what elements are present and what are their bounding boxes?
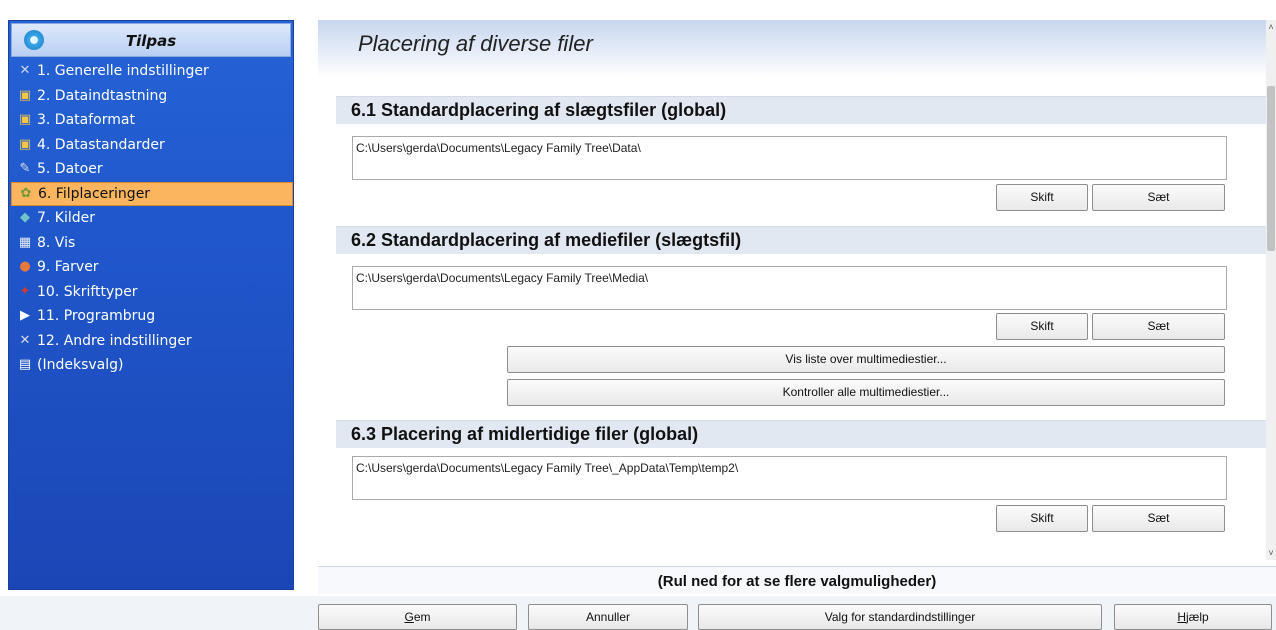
data-format-icon: ▣	[18, 112, 32, 128]
show-media-list-button[interactable]: Vis liste over multimediestier...	[507, 346, 1225, 373]
sidebar-item-label: 5. Datoer	[37, 161, 103, 178]
page-title: Placering af diverse filer	[358, 31, 593, 56]
sidebar-item[interactable]: ● 9. Farver	[11, 255, 293, 280]
sidebar-list: ✕ 1. Generelle indstillinger ▣ 2. Dataindta…	[11, 59, 293, 378]
save-mnemonic: G	[404, 610, 414, 624]
sidebar-title: Tilpas	[125, 32, 177, 50]
calendar-icon: ✎	[19, 161, 31, 177]
scroll-up-arrow[interactable]: ˄	[1266, 20, 1276, 34]
save-label: em	[413, 610, 431, 624]
view-icon: ▦	[18, 234, 32, 250]
section-title-6-2: 6.2 Standardplacering af mediefiler (slæ…	[351, 230, 742, 250]
defaults-button[interactable]: Valg for standardindstillinger	[698, 604, 1102, 630]
set-media-path-button[interactable]: Sæt	[1092, 313, 1225, 340]
file-locations-icon: ✿	[20, 185, 32, 201]
save-button[interactable]: Gem	[318, 604, 517, 630]
main-header: Placering af diverse filer	[318, 20, 1266, 78]
colors-icon: ●	[19, 259, 31, 275]
sidebar-item[interactable]: ◆ 7. Kilder	[11, 206, 293, 231]
set-temp-path-button[interactable]: Sæt	[1092, 505, 1225, 532]
fonts-icon: ✦	[19, 283, 31, 299]
scroll-hint-bar: (Rul ned for at se flere valgmuligheder)	[318, 566, 1276, 594]
sidebar-item-label: 8. Vis	[37, 234, 76, 251]
sidebar-item[interactable]: ✎ 5. Datoer	[11, 157, 293, 182]
sidebar-item[interactable]: ▣ 3. Dataformat	[11, 108, 293, 133]
sidebar-item-label: 7. Kilder	[37, 210, 96, 227]
cancel-button[interactable]: Annuller	[528, 604, 688, 630]
help-button[interactable]: Hjælp	[1114, 604, 1272, 630]
data-path-field[interactable]: C:\Users\gerda\Documents\Legacy Family T…	[352, 136, 1227, 180]
check-media-paths-button[interactable]: Kontroller alle multimediestier...	[507, 379, 1225, 406]
temp-path-field[interactable]: C:\Users\gerda\Documents\Legacy Family T…	[352, 456, 1227, 500]
other-settings-icon: ✕	[19, 332, 31, 348]
sidebar-item[interactable]: ▣ 2. Dataindtastning	[11, 84, 293, 109]
play-icon: ▶	[20, 308, 30, 324]
vertical-scrollbar[interactable]: ˄ ˅	[1266, 20, 1276, 560]
scroll-down-arrow[interactable]: ˅	[1266, 546, 1276, 560]
change-media-path-button[interactable]: Skift	[996, 313, 1088, 340]
sidebar-item[interactable]: ▶ 11. Programbrug	[11, 304, 293, 329]
sidebar-item-label: 3. Dataformat	[37, 112, 135, 129]
media-path-field[interactable]: C:\Users\gerda\Documents\Legacy Family T…	[352, 266, 1227, 310]
sidebar-item-label: 9. Farver	[37, 259, 99, 276]
sidebar-item-label: 2. Dataindtastning	[37, 87, 168, 104]
change-temp-path-button[interactable]: Skift	[996, 505, 1088, 532]
help-label: jælp	[1185, 610, 1209, 624]
sidebar-item[interactable]: ✿ 6. Filplaceringer	[11, 181, 293, 206]
section-header-6-2: 6.2 Standardplacering af mediefiler (slæ…	[336, 226, 1266, 254]
customize-sidebar: Tilpas ✕ 1. Generelle indstillinger ▣ 2. Da…	[8, 20, 294, 590]
sidebar-item[interactable]: ✦ 10. Skrifttyper	[11, 280, 293, 305]
sidebar-item[interactable]: ✕ 12. Andre indstillinger	[11, 329, 293, 354]
sidebar-item-label: 6. Filplaceringer	[38, 185, 151, 202]
section-header-6-3: 6.3 Placering af midlertidige filer (glo…	[336, 420, 1266, 448]
help-mnemonic: H	[1177, 610, 1186, 624]
document-icon: ▤	[18, 357, 32, 373]
bottom-button-bar: Gem Annuller Valg for standardindstillin…	[0, 596, 1276, 630]
change-data-path-button[interactable]: Skift	[996, 184, 1088, 211]
data-entry-icon: ▣	[18, 87, 32, 103]
tools-icon: ✕	[19, 63, 31, 79]
section-title-6-1: 6.1 Standardplacering af slægtsfiler (gl…	[351, 100, 727, 120]
main-panel: Placering af diverse filer 6.1 Standardp…	[318, 20, 1266, 560]
section-title-6-3: 6.3 Placering af midlertidige filer (glo…	[351, 424, 699, 444]
sidebar-item[interactable]: ▣ 4. Datastandarder	[11, 133, 293, 158]
sidebar-item-label: 12. Andre indstillinger	[37, 332, 192, 349]
sidebar-item-label: 4. Datastandarder	[37, 136, 165, 153]
scroll-hint-text: (Rul ned for at se flere valgmuligheder)	[657, 573, 937, 590]
sidebar-item-label: (Indeksvalg)	[37, 357, 124, 374]
sidebar-item[interactable]: ▤ (Indeksvalg)	[11, 353, 293, 378]
data-standards-icon: ▣	[18, 136, 32, 152]
sidebar-item-label: 11. Programbrug	[37, 308, 156, 325]
sidebar-item-label: 10. Skrifttyper	[37, 283, 138, 300]
scroll-thumb[interactable]	[1267, 86, 1275, 251]
sidebar-item-label: 1. Generelle indstillinger	[37, 63, 209, 80]
sidebar-item[interactable]: ✕ 1. Generelle indstillinger	[11, 59, 293, 84]
set-data-path-button[interactable]: Sæt	[1092, 184, 1225, 211]
sidebar-header: Tilpas	[11, 23, 291, 57]
sidebar-item[interactable]: ▦ 8. Vis	[11, 231, 293, 256]
sources-icon: ◆	[20, 210, 30, 226]
section-header-6-1: 6.1 Standardplacering af slægtsfiler (gl…	[336, 96, 1266, 124]
